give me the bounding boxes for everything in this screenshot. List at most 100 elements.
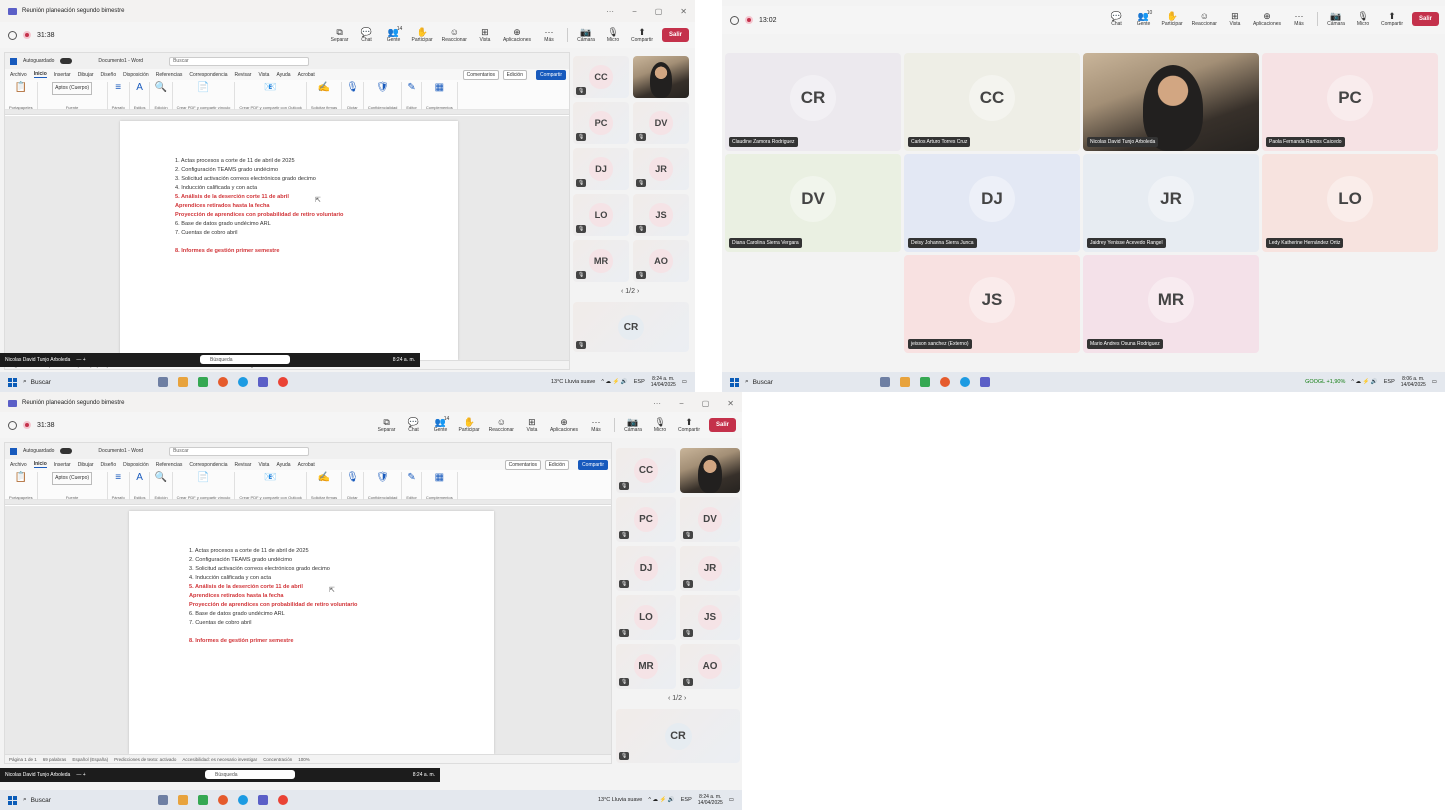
teams-taskbar-icon[interactable] <box>258 377 268 387</box>
maximize-button[interactable]: ▢ <box>702 399 710 408</box>
presenter-video-tile[interactable] <box>633 56 689 98</box>
participant-tile[interactable]: JS 🎙 <box>633 194 689 236</box>
device-compartir[interactable]: ⬆ Compartir <box>1381 11 1403 27</box>
tool-vista[interactable]: ⊞ Vista <box>523 417 541 433</box>
ribbon-group[interactable]: A Estilos <box>130 82 151 110</box>
search-input[interactable]: Búsqueda <box>205 770 295 779</box>
firefox-icon[interactable] <box>218 377 228 387</box>
tab-archivo[interactable]: Archivo <box>10 462 27 468</box>
ribbon-group[interactable]: 📄 Crear PDF y compartir vínculo <box>173 82 236 110</box>
task-view-icon[interactable] <box>880 377 890 387</box>
status-item[interactable]: 100% <box>298 757 310 762</box>
participant-tile[interactable]: PC 🎙 <box>616 497 676 542</box>
tool-participar[interactable]: ✋ Participar <box>1162 11 1183 27</box>
participant-tile[interactable]: LO 🎙 <box>573 194 629 236</box>
tool-separar[interactable]: ⧉ Separar <box>331 27 349 43</box>
tab-ayuda[interactable]: Ayuda <box>276 72 290 78</box>
participant-tile[interactable]: JS jeisson sanchez (Externo) <box>904 255 1080 353</box>
tab-revisar[interactable]: Revisar <box>234 462 251 468</box>
ribbon-group[interactable]: ✎ Editor <box>402 472 422 500</box>
tab-dibujar[interactable]: Dibujar <box>78 72 94 78</box>
weather-widget[interactable]: 13°C Lluvia suave <box>598 797 642 803</box>
participant-tile[interactable]: PC 🎙 <box>573 102 629 144</box>
ribbon-group[interactable]: Aptos (Cuerpo) Fuente <box>38 82 108 110</box>
tab-diseño[interactable]: Diseño <box>101 72 117 78</box>
tool-más[interactable]: ··· Más <box>540 27 558 43</box>
participant-tile[interactable]: MR Mario Andres Osuna Rodriguez <box>1083 255 1259 353</box>
participant-tile[interactable]: DJ Deisy Johanna Sierra Junca <box>904 154 1080 252</box>
close-button[interactable]: ✕ <box>727 399 734 408</box>
firefox-icon[interactable] <box>940 377 950 387</box>
ribbon-group[interactable]: 📄 Crear PDF y compartir vínculo <box>173 472 236 500</box>
presenter-video-tile[interactable]: Nicolas David Tunjo Arboleda <box>1083 53 1259 151</box>
participant-tile[interactable]: AO 🎙 <box>633 240 689 282</box>
teams-taskbar-icon[interactable] <box>980 377 990 387</box>
word-search-input[interactable]: Buscar <box>169 56 310 66</box>
participant-tile[interactable]: CC Carlos Arturo Torres Cruz <box>904 53 1080 151</box>
device-micro[interactable]: 🎙 Micro <box>651 417 669 433</box>
store-icon[interactable] <box>920 377 930 387</box>
participant-tile[interactable]: PC Paola Fernanda Ramos Caicedo <box>1262 53 1438 151</box>
tool-aplicaciones[interactable]: ⊕ Aplicaciones <box>550 417 578 433</box>
participant-tile[interactable]: DJ 🎙 <box>573 148 629 190</box>
maximize-button[interactable]: ▢ <box>655 7 663 16</box>
participant-tile[interactable]: LO Ledy Katherine Hernández Ortiz <box>1262 154 1438 252</box>
tab-correspondencia[interactable]: Correspondencia <box>189 462 227 468</box>
participant-tile[interactable]: CR Claudine Zamora Rodriguez <box>725 53 901 151</box>
page-indicator[interactable]: ‹ 1/2 › <box>621 288 639 295</box>
edge-icon[interactable] <box>238 377 248 387</box>
tool-reaccionar[interactable]: ☺ Reaccionar <box>489 417 514 433</box>
ribbon-group[interactable]: Aptos (Cuerpo) Fuente <box>38 472 108 500</box>
participant-tile[interactable]: CR 🎙 <box>616 709 740 763</box>
file-explorer-icon[interactable] <box>178 795 188 805</box>
tool-separar[interactable]: ⧉ Separar <box>378 417 396 433</box>
edge-icon[interactable] <box>238 795 248 805</box>
add-icon[interactable]: — + <box>76 357 85 363</box>
participant-tile[interactable]: LO 🎙 <box>616 595 676 640</box>
document-page[interactable]: 1. Actas procesos a corte de 11 de abril… <box>120 121 458 360</box>
tab-disposición[interactable]: Disposición <box>123 462 149 468</box>
page-indicator[interactable]: ‹ 1/2 › <box>668 695 686 702</box>
autosave-toggle[interactable] <box>60 58 73 64</box>
tool-más[interactable]: ··· Más <box>1290 11 1308 27</box>
device-compartir[interactable]: ⬆ Compartir <box>678 417 700 433</box>
system-clock[interactable]: 8:24 a. m. 14/04/2025 <box>651 376 676 389</box>
notification-icon[interactable]: ▭ <box>729 797 734 803</box>
tool-vista[interactable]: ⊞ Vista <box>476 27 494 43</box>
tab-diseño[interactable]: Diseño <box>101 462 117 468</box>
tab-vista[interactable]: Vista <box>258 72 269 78</box>
participant-tile[interactable]: DV Diana Carolina Sierra Vergara <box>725 154 901 252</box>
tab-dibujar[interactable]: Dibujar <box>78 462 94 468</box>
taskbar-search[interactable]: ⌕ Buscar <box>23 796 118 804</box>
edge-icon[interactable] <box>960 377 970 387</box>
leave-button[interactable]: Salir <box>708 418 736 432</box>
search-input[interactable]: Búsqueda <box>200 355 290 364</box>
status-item[interactable]: Concentración <box>263 757 292 762</box>
ribbon-group[interactable]: 🔍 Edición <box>150 82 173 110</box>
tray-icons[interactable]: ^ ☁ ⚡ 🔊 <box>648 797 674 803</box>
language-indicator[interactable]: ESP <box>634 379 645 385</box>
language-indicator[interactable]: ESP <box>681 797 692 803</box>
participant-tile[interactable]: DV 🎙 <box>633 102 689 144</box>
tool-gente[interactable]: 👥 14 Gente <box>385 26 403 43</box>
ribbon-group[interactable]: ✎ Editor <box>402 82 422 110</box>
participant-tile[interactable]: CC 🎙 <box>573 56 629 98</box>
participant-tile[interactable]: MR 🎙 <box>616 644 676 689</box>
share-button[interactable]: Compartir <box>578 460 608 470</box>
editing-button[interactable]: Edición <box>502 70 527 80</box>
add-icon[interactable]: — + <box>76 772 85 778</box>
tool-reaccionar[interactable]: ☺ Reaccionar <box>442 27 467 43</box>
tab-revisar[interactable]: Revisar <box>234 72 251 78</box>
ribbon-group[interactable]: ▦ Complementos <box>422 82 458 110</box>
share-button[interactable]: Compartir <box>536 70 566 80</box>
leave-button[interactable]: Salir <box>661 28 689 42</box>
notification-icon[interactable]: ▭ <box>682 379 687 385</box>
device-micro[interactable]: 🎙 Micro <box>1354 11 1372 27</box>
ribbon-group[interactable]: 🛡 Confidencialidad <box>364 472 403 500</box>
tab-acrobat[interactable]: Acrobat <box>298 72 315 78</box>
participant-tile[interactable]: JR 🎙 <box>680 546 740 591</box>
close-button[interactable]: ✕ <box>680 7 687 16</box>
device-cámara[interactable]: 📷 Cámara <box>577 27 595 43</box>
document-page[interactable]: 1. Actas procesos a corte de 11 de abril… <box>129 511 494 754</box>
tray-icons[interactable]: ^ ☁ ⚡ 🔊 <box>1351 379 1377 385</box>
